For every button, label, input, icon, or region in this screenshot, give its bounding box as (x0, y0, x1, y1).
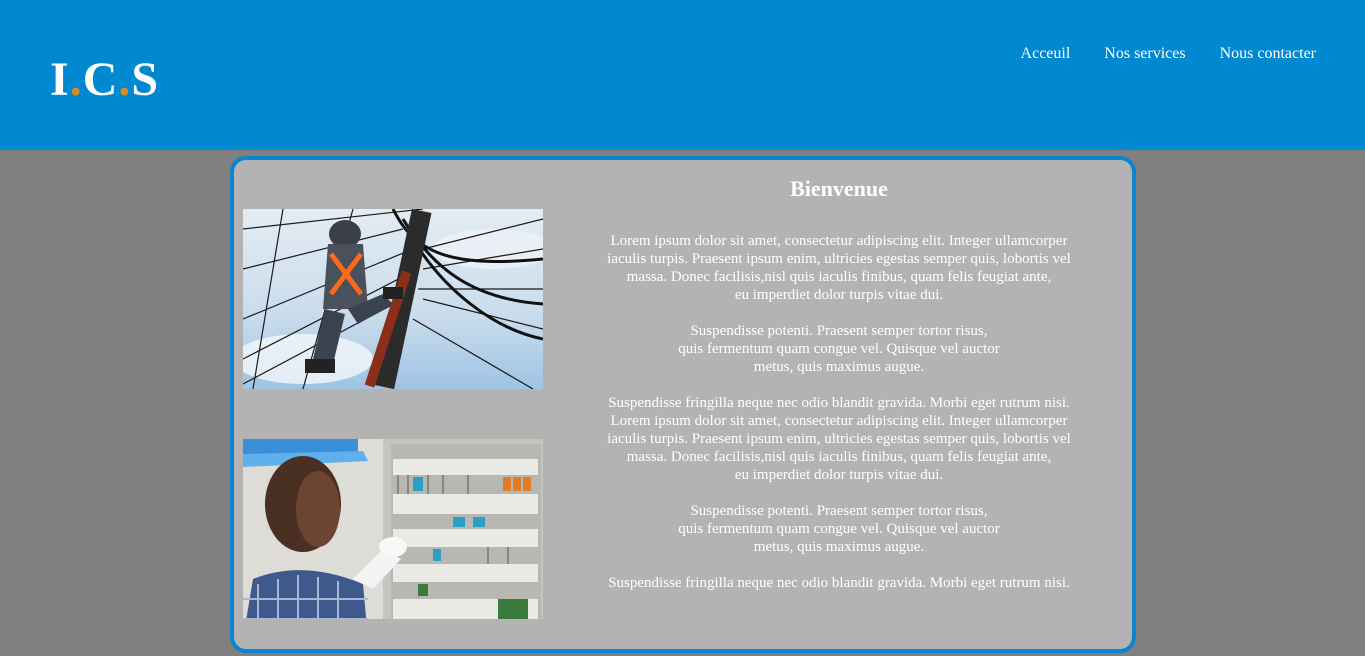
paragraph: Lorem ipsum dolor sit amet, consectetur … (607, 233, 1071, 303)
nav-link-acceuil[interactable]: Acceuil (1021, 44, 1071, 64)
paragraph: Suspendisse fringilla neque nec odio bla… (607, 395, 1071, 483)
electrician-on-pole-photo (243, 209, 543, 389)
logo-dot: . (118, 53, 132, 106)
page-title: Bienvenue (790, 176, 888, 201)
paragraph: Suspendisse fringilla neque nec odio bla… (608, 575, 1070, 591)
logo-letter: S (131, 53, 160, 106)
main-nav: Acceuil Nos services Nous contacter (1021, 44, 1316, 64)
site-header: I.C.S Acceuil Nos services Nous contacte… (0, 0, 1365, 150)
paragraph: Suspendisse potenti. Praesent semper tor… (678, 323, 1000, 375)
welcome-text: Lorem ipsum dolor sit amet, consectetur … (574, 232, 1104, 610)
nav-link-nos-services[interactable]: Nos services (1104, 44, 1185, 64)
content-card: Bienvenue Lorem ipsum dolor sit amet, co… (230, 156, 1136, 653)
logo-dot: . (69, 53, 83, 106)
logo-letter: I (50, 53, 70, 106)
nav-link-nous-contacter[interactable]: Nous contacter (1220, 44, 1316, 64)
electrician-at-panel-photo (243, 439, 543, 619)
paragraph: Suspendisse potenti. Praesent semper tor… (678, 503, 1000, 555)
logo-letter: C (82, 53, 119, 106)
site-logo[interactable]: I.C.S (50, 54, 159, 106)
